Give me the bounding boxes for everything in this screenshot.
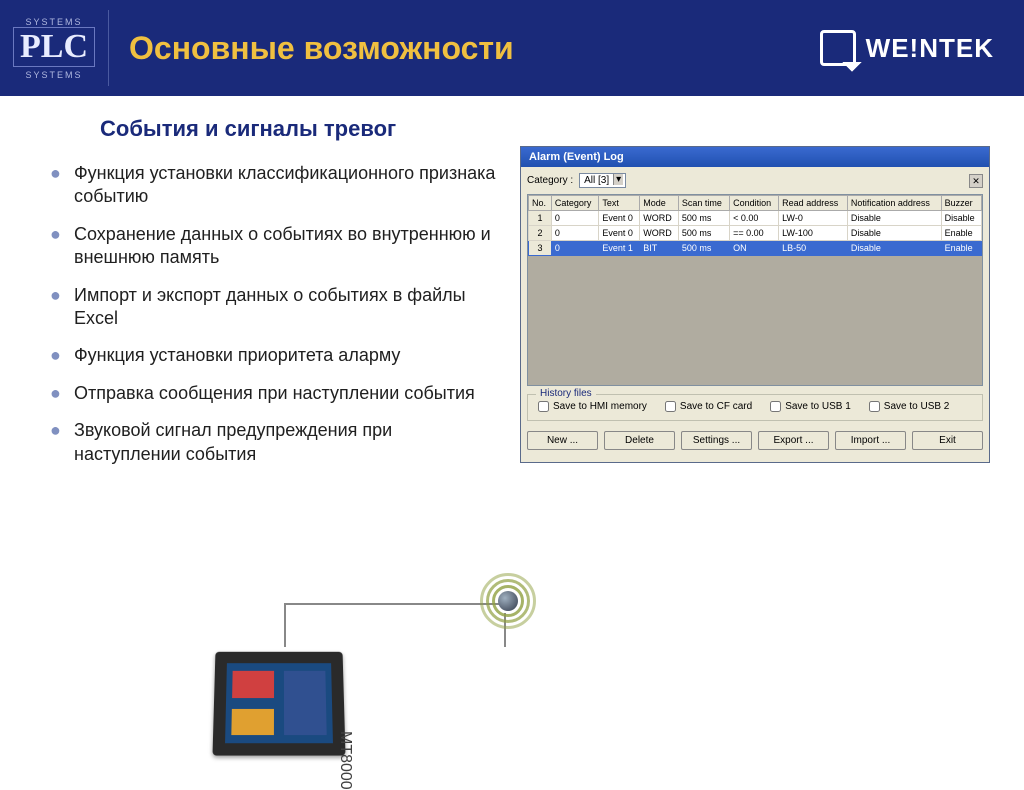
weintek-icon [820, 30, 856, 66]
bullet-item: Импорт и экспорт данных о событиях в фай… [50, 284, 500, 331]
checkbox[interactable] [770, 401, 781, 412]
bullet-item: Функция установки классификационного при… [50, 162, 500, 209]
logo-main: PLC [13, 27, 95, 67]
subtitle: События и сигналы тревог [100, 116, 500, 142]
weintek-logo: WE!NTEK [820, 30, 994, 66]
check-usb2[interactable]: Save to USB 2 [869, 401, 950, 412]
new-button[interactable]: New ... [527, 431, 598, 450]
exit-button[interactable]: Exit [912, 431, 983, 450]
speaker-icon [480, 573, 536, 629]
delete-button[interactable]: Delete [604, 431, 675, 450]
content: События и сигналы тревог Функция установ… [0, 96, 1024, 480]
col-addr: Read address [779, 196, 848, 211]
check-cf[interactable]: Save to CF card [665, 401, 752, 412]
weintek-text: WE!NTEK [866, 33, 994, 64]
alarm-window: Alarm (Event) Log Category : All [3] ✕ N… [520, 146, 990, 463]
col-category: Category [551, 196, 598, 211]
left-column: События и сигналы тревог Функция установ… [40, 116, 500, 480]
table-header-row: No. Category Text Mode Scan time Conditi… [529, 196, 982, 211]
table-row[interactable]: 20Event 0WORD500 ms== 0.00LW-100DisableE… [529, 226, 982, 241]
table-row[interactable]: 30Event 1BIT500 msONLB-50DisableEnable [529, 241, 982, 256]
category-label: Category : [527, 175, 573, 186]
check-usb1[interactable]: Save to USB 1 [770, 401, 851, 412]
checkbox[interactable] [538, 401, 549, 412]
alarm-table-container: No. Category Text Mode Scan time Conditi… [527, 194, 983, 386]
alarm-table[interactable]: No. Category Text Mode Scan time Conditi… [528, 195, 982, 256]
logo-bottom: SYSTEMS [25, 70, 82, 80]
category-select[interactable]: All [3] [579, 173, 626, 188]
col-cond: Condition [730, 196, 779, 211]
checkbox[interactable] [869, 401, 880, 412]
bullet-item: Отправка сообщения при наступлении событ… [50, 382, 500, 405]
export-button[interactable]: Export ... [758, 431, 829, 450]
bullet-item: Сохранение данных о событиях во внутренн… [50, 223, 500, 270]
bullet-item: Функция установки приоритета аларму [50, 344, 500, 367]
alarm-titlebar: Alarm (Event) Log [521, 147, 989, 167]
col-buzz: Buzzer [941, 196, 981, 211]
category-row: Category : All [3] ✕ [527, 173, 983, 188]
col-mode: Mode [640, 196, 679, 211]
wire [284, 603, 506, 647]
plc-logo: SYSTEMS PLC SYSTEMS [0, 0, 108, 96]
bullet-list: Функция установки классификационного при… [50, 162, 500, 466]
hmi-diagram: MT8000 [200, 594, 560, 759]
col-text: Text [599, 196, 640, 211]
import-button[interactable]: Import ... [835, 431, 906, 450]
history-checks: Save to HMI memory Save to CF card Save … [538, 401, 972, 412]
col-no: No. [529, 196, 552, 211]
col-notif: Notification address [847, 196, 941, 211]
right-column: Alarm (Event) Log Category : All [3] ✕ N… [520, 116, 1012, 480]
logo-top: SYSTEMS [25, 17, 82, 27]
hmi-device [212, 652, 345, 756]
page-title: Основные возможности [129, 30, 514, 67]
close-icon[interactable]: ✕ [969, 174, 983, 188]
mt8000-label: MT8000 [336, 731, 354, 790]
button-row: New ... Delete Settings ... Export ... I… [527, 431, 983, 456]
bullet-item: Звуковой сигнал предупреждения при насту… [50, 419, 500, 466]
table-row[interactable]: 10Event 0WORD500 ms< 0.00LW-0DisableDisa… [529, 211, 982, 226]
history-files-group: History files Save to HMI memory Save to… [527, 394, 983, 421]
alarm-body: Category : All [3] ✕ No. Category Text M… [521, 167, 989, 462]
check-hmi[interactable]: Save to HMI memory [538, 401, 647, 412]
settings-button[interactable]: Settings ... [681, 431, 752, 450]
history-label: History files [536, 388, 596, 399]
col-scan: Scan time [678, 196, 729, 211]
checkbox[interactable] [665, 401, 676, 412]
header: SYSTEMS PLC SYSTEMS Основные возможности… [0, 0, 1024, 96]
